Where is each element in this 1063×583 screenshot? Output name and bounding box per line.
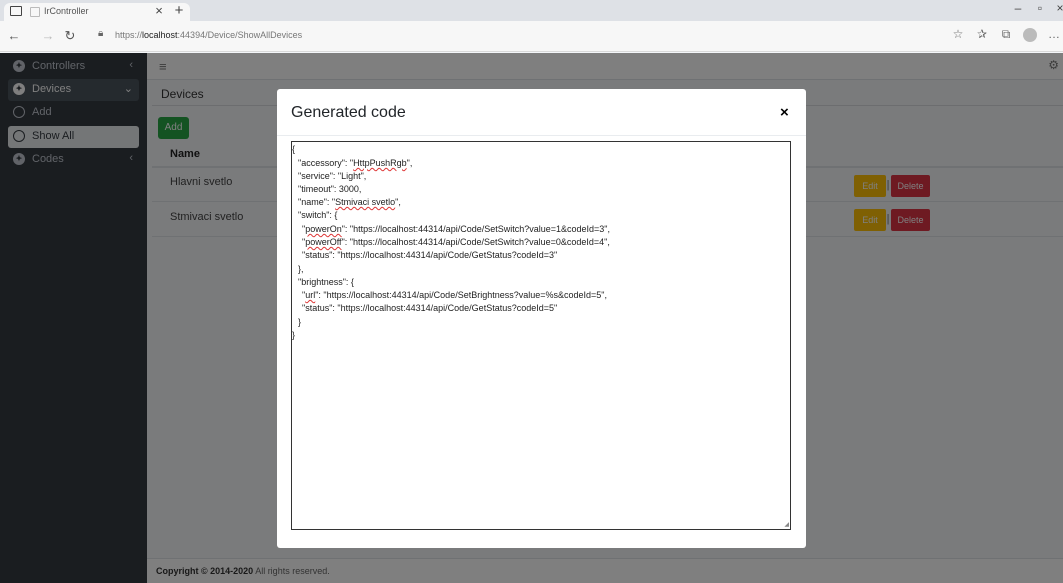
close-icon[interactable]: × [1053,1,1063,15]
code-line: } [292,330,296,340]
restore-icon[interactable]: ▫ [1033,1,1047,15]
browser-tab[interactable]: IrController × + [4,2,190,21]
code-textarea[interactable]: { "accessory": "HttpPushRgb", "service":… [291,141,791,530]
url-field[interactable]: https://localhost:44394/Device/ShowAllDe… [115,30,302,40]
collections-icon[interactable]: ⧉ [998,27,1014,42]
new-tab-button[interactable]: + [172,2,186,19]
modal-title: Generated code [291,104,406,121]
code-line: "brightness": { [298,277,354,287]
code-line: "powerOn": "https://localhost:44314/api/… [302,224,610,234]
window-icon[interactable] [10,6,22,16]
code-line: "status": "https://localhost:44314/api/C… [302,250,558,260]
code-line: "service": "Light", [298,171,367,181]
generated-code-modal: Generated code × { "accessory": "HttpPus… [277,89,806,548]
tab-title: IrController [44,6,89,16]
code-line: "powerOff": "https://localhost:44314/api… [302,237,610,247]
read-aloud-icon[interactable]: ☆ [950,27,966,41]
code-line: "timeout": 3000, [298,184,362,194]
forward-icon[interactable]: → [40,28,56,43]
profile-icon[interactable] [1023,28,1037,42]
favicon-icon [30,7,40,17]
more-icon[interactable]: … [1046,27,1062,41]
lock-icon[interactable]: 🔒︎ [98,28,103,39]
divider [277,135,806,136]
code-line: } [298,317,302,327]
browser-address-bar: ← → ↻ 🔒︎ https://localhost:44394/Device/… [0,21,1063,52]
modal-close-button[interactable]: × [780,104,789,121]
code-line: "url": "https://localhost:44314/api/Code… [302,290,607,300]
resize-handle-icon[interactable]: ◢ [784,521,789,528]
tab-close-button[interactable]: × [152,3,166,18]
browser-tab-bar: IrController × + – ▫ × [0,0,1063,21]
minimize-icon[interactable]: – [1011,1,1025,15]
code-line: }, [298,264,304,274]
back-icon[interactable]: ← [6,28,22,43]
code-line: "accessory": "HttpPushRgb", [298,158,413,168]
code-line: "name": "Stmivaci svetlo", [298,197,401,207]
code-line: "switch": { [298,210,338,220]
code-line: "status": "https://localhost:44314/api/C… [302,303,558,313]
code-line: { [292,144,296,154]
refresh-icon[interactable]: ↻ [62,28,78,44]
favorites-icon[interactable]: ✰ [974,27,990,41]
